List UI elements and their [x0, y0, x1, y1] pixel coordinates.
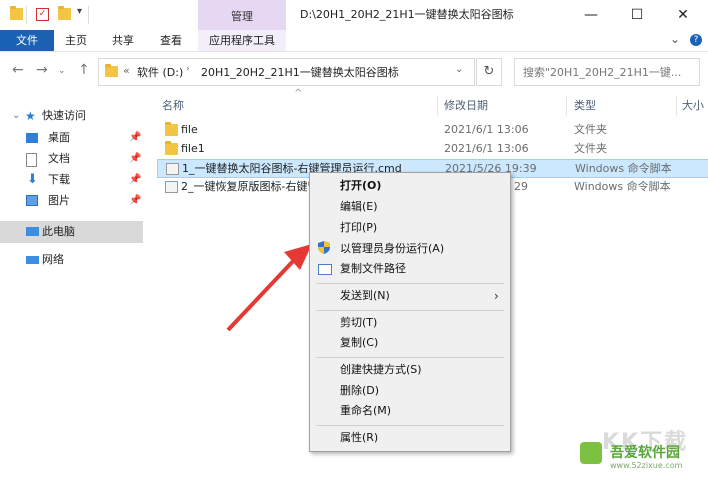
menu-item-copy[interactable]: 复制(C)	[340, 333, 378, 353]
menu-item-rename[interactable]: 重命名(M)	[340, 401, 391, 421]
menu-item-delete[interactable]: 删除(D)	[340, 381, 379, 401]
menu-item-run-as-admin[interactable]: 以管理员身份运行(A)	[340, 239, 444, 259]
arrow-shaft	[226, 256, 298, 332]
watermark: KK下载 吾爱软件园 www.52zixue.com	[574, 428, 708, 480]
watermark-brand: 吾爱软件园	[610, 445, 680, 461]
menu-separator	[316, 357, 504, 358]
menu-item-print[interactable]: 打印(P)	[340, 218, 377, 238]
menu-item-cut[interactable]: 剪切(T)	[340, 313, 377, 333]
shield-icon	[318, 241, 330, 254]
context-menu: 打开(O) 编辑(E) 打印(P) 以管理员身份运行(A) 复制文件路径 发送到…	[309, 172, 511, 452]
menu-separator	[316, 425, 504, 426]
menu-item-edit[interactable]: 编辑(E)	[340, 197, 378, 217]
menu-item-open[interactable]: 打开(O)	[340, 176, 381, 196]
copy-path-icon	[318, 264, 332, 275]
menu-item-properties[interactable]: 属性(R)	[340, 428, 378, 448]
menu-item-copy-path[interactable]: 复制文件路径	[340, 259, 406, 279]
watermark-logo-icon	[580, 442, 602, 464]
menu-separator	[316, 310, 504, 311]
menu-item-create-shortcut[interactable]: 创建快捷方式(S)	[340, 360, 422, 380]
menu-separator	[316, 283, 504, 284]
menu-item-send-to[interactable]: 发送到(N)	[340, 286, 390, 306]
watermark-url: www.52zixue.com	[610, 461, 683, 470]
chevron-right-icon: ›	[494, 289, 499, 303]
